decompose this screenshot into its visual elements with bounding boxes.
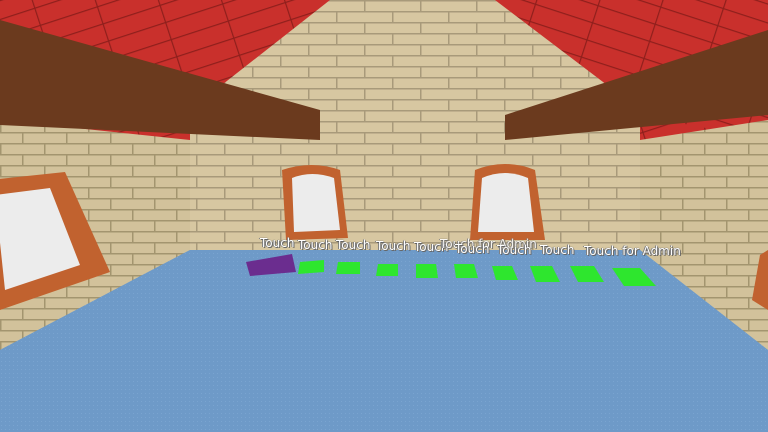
pad-label: Touch: [336, 238, 371, 252]
game-viewport[interactable]: Touch Touch Touch Touch Touch Touch for …: [0, 0, 768, 432]
pad-label: Touch: [376, 239, 411, 253]
pad-label: Touch: [455, 242, 490, 256]
pad-label: Touch: [298, 238, 333, 252]
pad-label: Touch: [540, 243, 575, 257]
pad-label: Touch: [260, 236, 295, 250]
back-wall: [190, 140, 640, 252]
pad-green[interactable]: [454, 264, 478, 278]
pad-label: Touch: [497, 243, 532, 257]
pad-green[interactable]: [298, 260, 324, 274]
scene-3d: [0, 0, 768, 432]
pad-label: Touch for Admin: [584, 244, 681, 258]
pad-green[interactable]: [376, 264, 398, 276]
pad-green[interactable]: [416, 264, 438, 278]
pad-green[interactable]: [336, 262, 360, 274]
window-center-right: [470, 164, 545, 240]
window-center-left: [282, 165, 348, 240]
